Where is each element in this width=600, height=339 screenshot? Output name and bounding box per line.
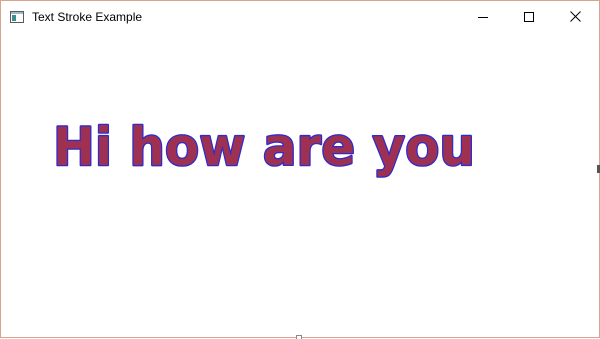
minimize-icon — [478, 16, 488, 18]
minimize-button[interactable] — [460, 1, 506, 32]
title-bar[interactable]: Text Stroke Example — [1, 1, 599, 32]
resize-grip[interactable] — [296, 335, 302, 339]
stroked-text-canvas: Hi how are you — [52, 116, 477, 180]
maximize-icon — [524, 11, 534, 22]
close-icon — [569, 11, 581, 22]
close-button[interactable] — [552, 1, 598, 32]
stroked-text: Hi how are you — [53, 117, 475, 178]
canvas-area: Hi how are you — [1, 32, 599, 337]
window-title: Text Stroke Example — [32, 10, 143, 24]
maximize-button[interactable] — [506, 1, 552, 32]
window-app-icon — [10, 11, 24, 23]
app-window: Text Stroke Example Hi how are you — [0, 0, 600, 338]
